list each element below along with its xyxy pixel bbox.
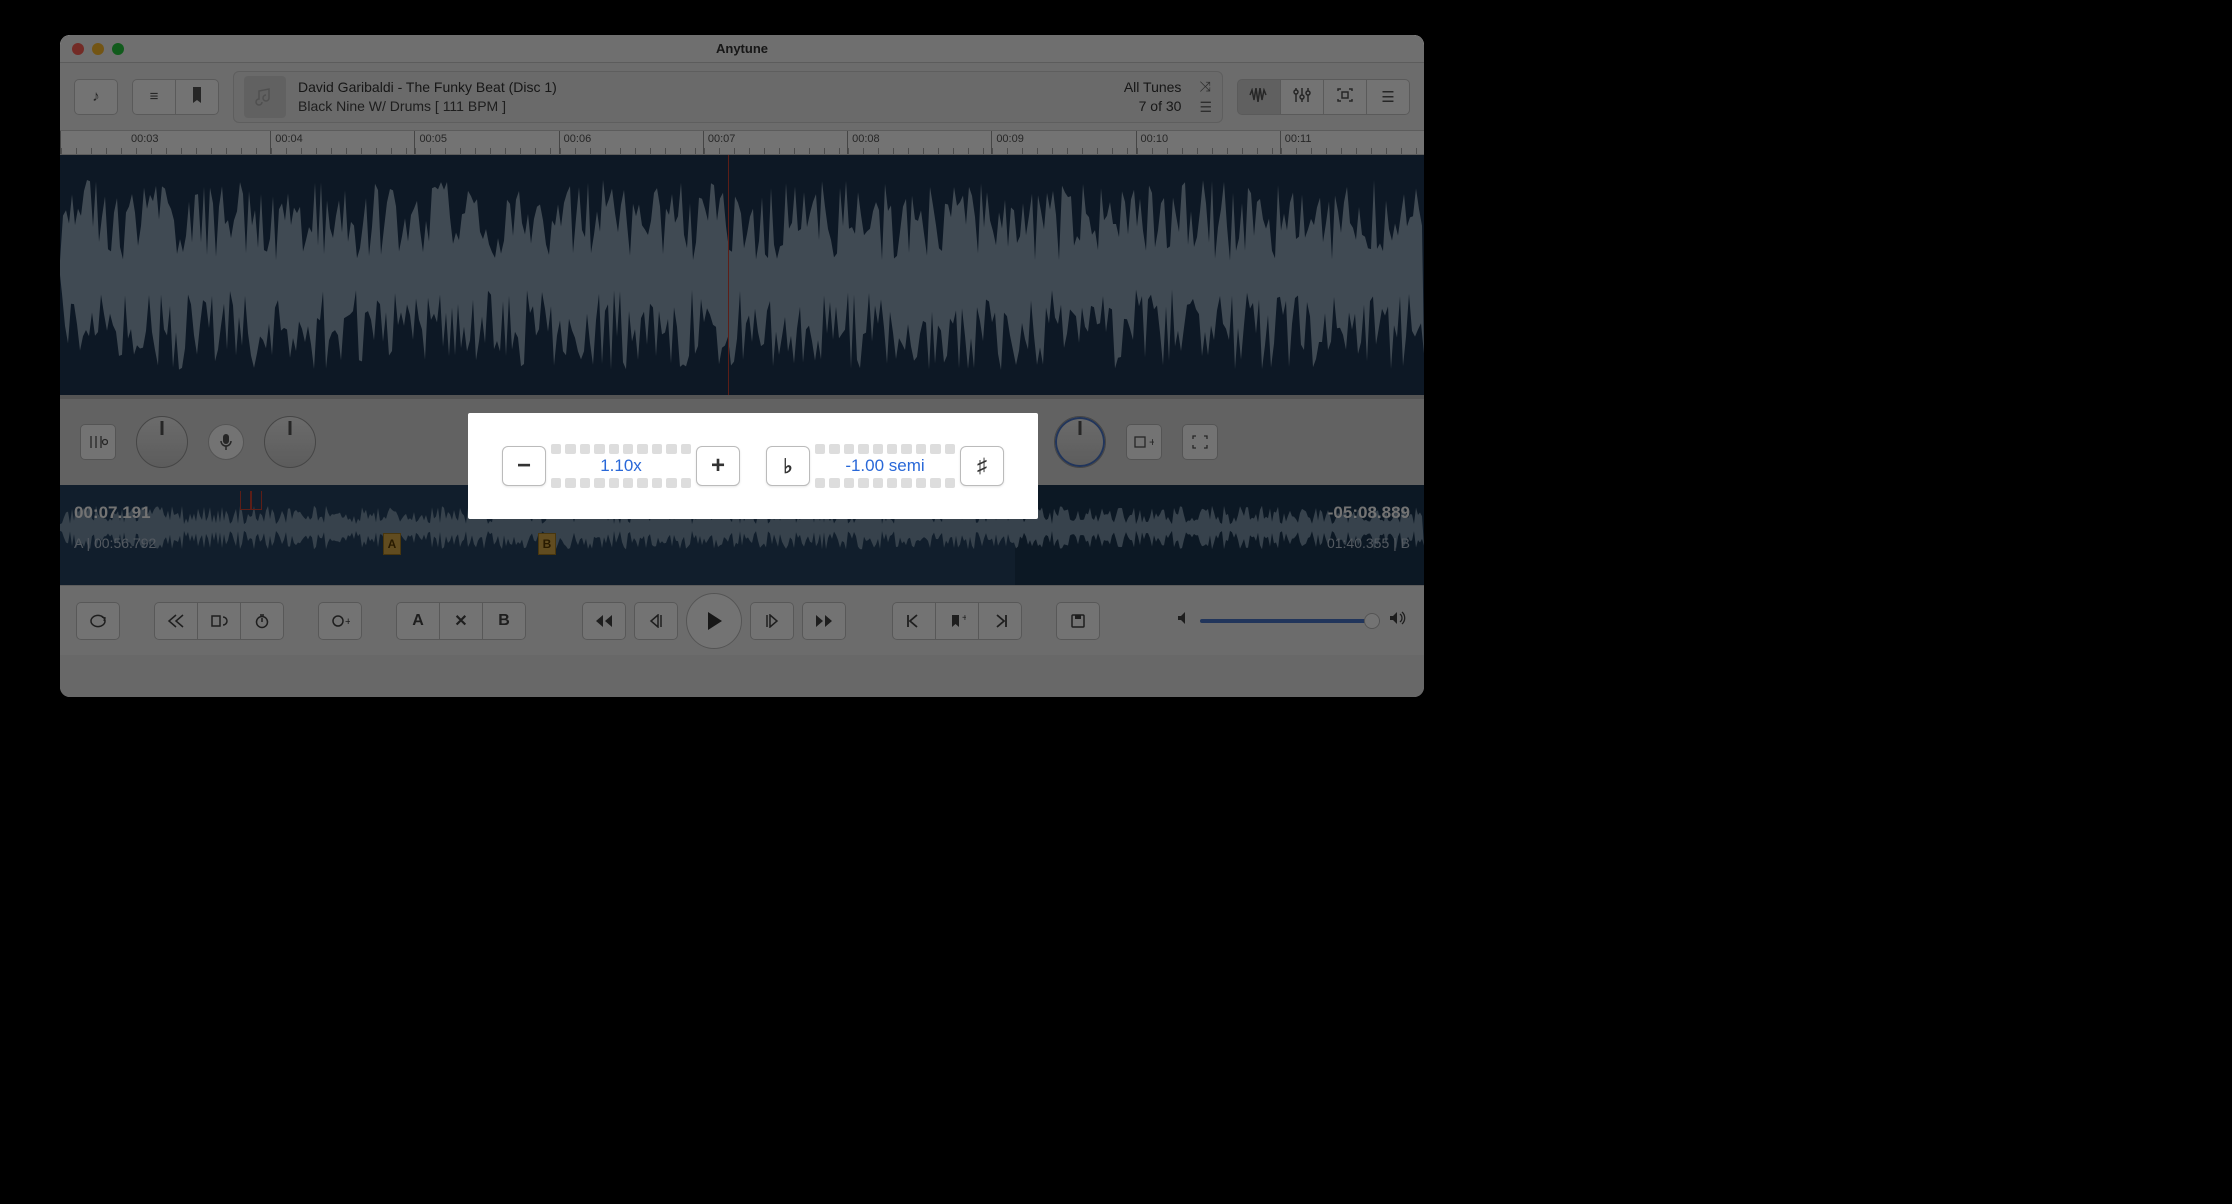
toolbar: David Garibaldi - The Funky Beat (Disc 1…: [60, 63, 1424, 131]
overview-playhead-marker[interactable]: [240, 491, 262, 509]
ab-group: A ✕ B: [396, 602, 526, 640]
playlist-list-icon[interactable]: [1199, 99, 1212, 116]
note-icon: [92, 88, 100, 105]
ruler-tick: 00:04: [270, 131, 414, 154]
add-bookmark-button[interactable]: +: [935, 602, 979, 640]
marker-a[interactable]: A: [383, 533, 401, 555]
playlist-name: All Tunes: [1124, 78, 1182, 96]
ruler-tick: 00:05: [414, 131, 558, 154]
main-waveform[interactable]: [60, 155, 1424, 395]
remaining-time-label: -05:08.889: [1328, 503, 1410, 523]
next-frame-button[interactable]: [750, 602, 794, 640]
svg-text:+: +: [345, 616, 350, 628]
gain-knob-1[interactable]: [136, 416, 188, 468]
ruler-tick: 00:03: [60, 131, 270, 154]
volume-thumb[interactable]: [1364, 613, 1380, 629]
fullscreen-button[interactable]: [1182, 424, 1218, 460]
focus-icon: [1336, 87, 1354, 107]
volume-high-icon: [1388, 610, 1408, 631]
ruler-tick: 00:06: [559, 131, 703, 154]
pan-knob[interactable]: [1054, 416, 1106, 468]
window-title: Anytune: [60, 41, 1424, 56]
step-back-button[interactable]: [154, 602, 198, 640]
countdown-button[interactable]: [240, 602, 284, 640]
ruler-tick: 00:09: [991, 131, 1135, 154]
prev-frame-button[interactable]: [634, 602, 678, 640]
track-title: David Garibaldi - The Funky Beat (Disc 1…: [298, 78, 1112, 96]
ruler-tick: 00:07: [703, 131, 847, 154]
bookmark-button[interactable]: [175, 79, 219, 115]
volume-slider[interactable]: [1200, 619, 1380, 623]
shuffle-icon[interactable]: [1199, 78, 1212, 95]
marker-nav-group: +: [892, 602, 1022, 640]
focus-button[interactable]: [1323, 79, 1367, 115]
ruler-tick: 00:10: [1136, 131, 1280, 154]
set-a-button[interactable]: A: [396, 602, 440, 640]
playlist-icons: [1193, 78, 1212, 116]
pitch-display[interactable]: -1.00 semi: [810, 443, 960, 489]
tempo-stepper: − 1.10x +: [502, 443, 740, 489]
add-marker-button[interactable]: +: [1126, 424, 1162, 460]
add-region-button[interactable]: +: [318, 602, 362, 640]
eq-button[interactable]: [1280, 79, 1324, 115]
playhead[interactable]: [728, 155, 729, 395]
app-window: Anytune David Garibaldi - The Funky Beat…: [60, 35, 1424, 697]
loop-button[interactable]: [76, 602, 120, 640]
current-time-label: 00:07.191: [74, 503, 151, 523]
pitch-sharp-button[interactable]: ♯: [960, 446, 1004, 486]
list-icon: [150, 88, 159, 105]
prev-marker-button[interactable]: [892, 602, 936, 640]
mic-button[interactable]: [208, 424, 244, 460]
svg-text:+: +: [962, 613, 966, 624]
gain-knob-2[interactable]: [264, 416, 316, 468]
waveform-view-button[interactable]: [1237, 79, 1281, 115]
loop-b-label: 01:40.355 | B: [1327, 535, 1410, 551]
pitch-value: -1.00 semi: [845, 456, 924, 476]
clear-ab-button[interactable]: ✕: [439, 602, 483, 640]
sliders-icon: [1293, 87, 1311, 107]
step-loop-button[interactable]: [197, 602, 241, 640]
right-toolbar-group: [1237, 79, 1410, 115]
marker-b[interactable]: B: [538, 533, 556, 555]
pitch-flat-button[interactable]: ♭: [766, 446, 810, 486]
note-button[interactable]: [74, 79, 118, 115]
bookmark-icon: [191, 87, 203, 107]
loop-a-label: A | 00:56.792: [74, 535, 156, 551]
view-buttons-group: [132, 79, 219, 115]
ruler-tick: 00:11: [1280, 131, 1424, 154]
tempo-pitch-panel: − 1.10x + ♭ -1.00 semi ♯: [468, 413, 1038, 519]
forward-button[interactable]: [802, 602, 846, 640]
list-button[interactable]: [132, 79, 176, 115]
volume-low-icon: [1176, 611, 1192, 630]
tempo-value: 1.10x: [600, 456, 642, 476]
mic-eq-button[interactable]: [80, 424, 116, 460]
play-button[interactable]: [686, 593, 742, 649]
tempo-increase-button[interactable]: +: [696, 446, 740, 486]
lines-button[interactable]: [1366, 79, 1410, 115]
playlist-info: All Tunes 7 of 30: [1124, 78, 1182, 114]
rewind-button[interactable]: [582, 602, 626, 640]
pitch-stepper: ♭ -1.00 semi ♯: [766, 443, 1004, 489]
lines-icon: [1381, 88, 1394, 106]
transport-bar: + A ✕ B +: [60, 585, 1424, 655]
now-playing-text: David Garibaldi - The Funky Beat (Disc 1…: [298, 78, 1112, 114]
waveform-icon: [1249, 88, 1269, 106]
now-playing-panel: David Garibaldi - The Funky Beat (Disc 1…: [233, 71, 1223, 123]
playlist-index: 7 of 30: [1124, 97, 1182, 115]
svg-text:+: +: [1149, 435, 1154, 449]
time-ruler[interactable]: 00:03 00:04 00:05 00:06 00:07 00:08 00:0…: [60, 131, 1424, 155]
titlebar: Anytune: [60, 35, 1424, 63]
volume-control: [1176, 610, 1408, 631]
tempo-decrease-button[interactable]: −: [502, 446, 546, 486]
tempo-display[interactable]: 1.10x: [546, 443, 696, 489]
ruler-tick: 00:08: [847, 131, 991, 154]
album-art: [244, 76, 286, 118]
save-button[interactable]: [1056, 602, 1100, 640]
track-subtitle: Black Nine W/ Drums [ 111 BPM ]: [298, 97, 1112, 115]
next-marker-button[interactable]: [978, 602, 1022, 640]
set-b-button[interactable]: B: [482, 602, 526, 640]
step-group: [154, 602, 284, 640]
